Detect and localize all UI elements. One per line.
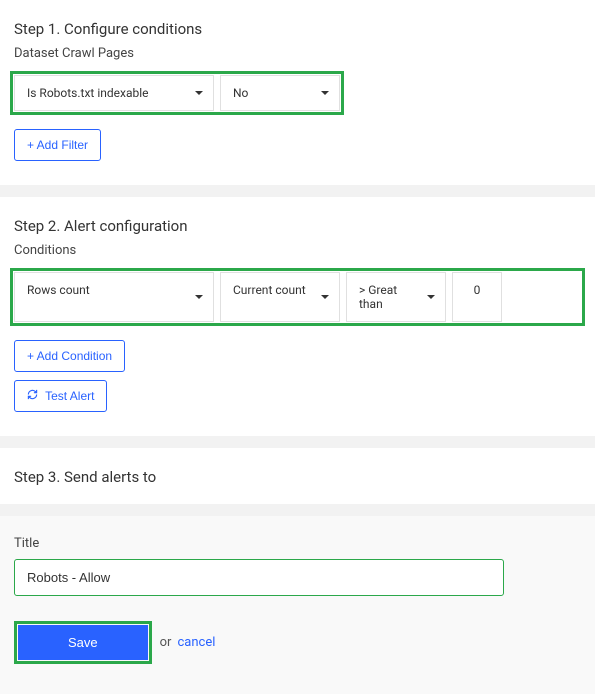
condition-row: Rows count Current count > Great than 0 (14, 272, 502, 322)
save-button[interactable]: Save (18, 625, 148, 660)
condition-metric-value: Rows count (27, 283, 90, 297)
add-condition-button[interactable]: + Add Condition (14, 340, 125, 372)
or-text: or (160, 635, 172, 650)
step2-header: Step 2. Alert configuration (0, 197, 595, 243)
add-condition-label: + Add Condition (27, 349, 112, 363)
title-label: Title (14, 536, 581, 551)
chevron-down-icon (427, 295, 435, 299)
chevron-down-icon (195, 295, 203, 299)
chevron-down-icon (321, 91, 329, 95)
chevron-down-icon (195, 91, 203, 95)
filter-value-select[interactable]: No (220, 75, 340, 111)
filter-row: Is Robots.txt indexable No (14, 75, 340, 111)
step3-header: Step 3. Send alerts to (0, 448, 595, 494)
add-filter-label: + Add Filter (27, 138, 88, 152)
section-divider (0, 436, 595, 448)
step1-filter-highlight: Is Robots.txt indexable No (10, 71, 344, 115)
save-highlight: Save (14, 621, 152, 664)
filter-value-text: No (233, 86, 248, 100)
condition-operator-select[interactable]: > Great than (346, 272, 446, 322)
chevron-down-icon (321, 295, 329, 299)
condition-metric-select[interactable]: Rows count (14, 272, 214, 322)
condition-scope-value: Current count (233, 283, 306, 297)
conditions-label: Conditions (0, 243, 595, 268)
step2-condition-highlight: Rows count Current count > Great than 0 (10, 268, 585, 326)
filter-field-select[interactable]: Is Robots.txt indexable (14, 75, 214, 111)
save-label: Save (68, 635, 98, 650)
step3-body: Title Save or cancel (0, 516, 595, 694)
condition-threshold-input[interactable]: 0 (452, 272, 502, 322)
section-divider (0, 185, 595, 197)
title-input[interactable] (14, 559, 504, 596)
test-alert-button[interactable]: Test Alert (14, 380, 107, 412)
condition-operator-value: > Great than (359, 283, 397, 311)
refresh-icon (27, 389, 38, 403)
section-divider (0, 504, 595, 516)
test-alert-label: Test Alert (45, 389, 94, 403)
condition-threshold-value: 0 (474, 283, 481, 297)
step1-header: Step 1. Configure conditions (0, 0, 595, 46)
add-filter-button[interactable]: + Add Filter (14, 129, 101, 161)
dataset-label: Dataset Crawl Pages (0, 46, 595, 71)
cancel-link[interactable]: cancel (177, 635, 215, 650)
save-row: Save or cancel (14, 621, 581, 664)
filter-field-value: Is Robots.txt indexable (27, 86, 149, 100)
condition-scope-select[interactable]: Current count (220, 272, 340, 322)
